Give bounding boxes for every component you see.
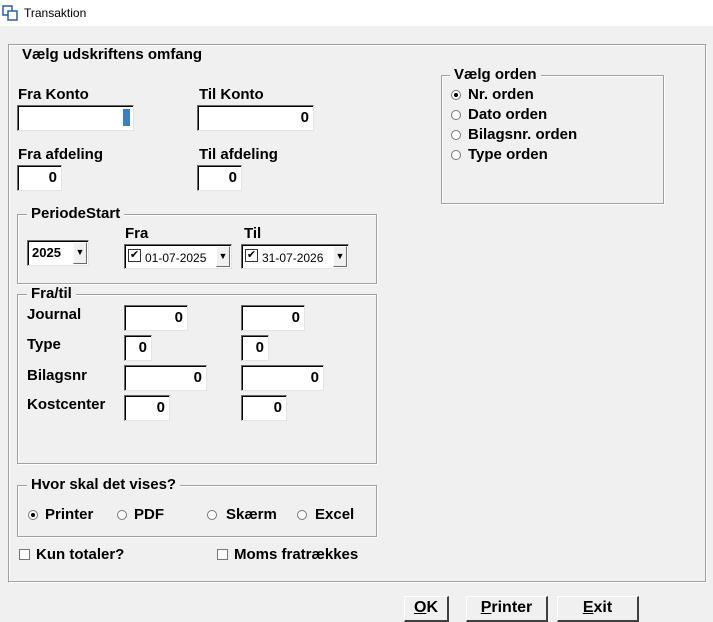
kun-totaler-checkbox[interactable] bbox=[19, 549, 30, 560]
order-bilagsnr-label: Bilagsnr. orden bbox=[468, 126, 578, 143]
output-option-skaerm[interactable]: Skærm bbox=[207, 507, 297, 525]
window-title: Transaktion bbox=[24, 6, 87, 20]
output-excel-radio[interactable] bbox=[297, 510, 307, 520]
order-nr-label: Nr. orden bbox=[468, 86, 534, 103]
checkmark-icon: ✔ bbox=[246, 249, 257, 261]
output-printer-label: Printer bbox=[45, 506, 94, 523]
fra-afdeling-input[interactable]: 0 bbox=[17, 165, 62, 191]
printer-button[interactable]: Printer bbox=[466, 596, 548, 622]
output-legend: Hvor skal det vises? bbox=[27, 477, 181, 493]
chevron-down-icon[interactable]: ▼ bbox=[73, 242, 87, 264]
year-dropdown[interactable]: 2025 ▼ bbox=[27, 240, 89, 266]
chevron-down-icon[interactable]: ▼ bbox=[216, 246, 230, 267]
periode-fra-label: Fra bbox=[125, 225, 149, 242]
order-type-radio[interactable] bbox=[451, 150, 461, 160]
kostcenter-from-input[interactable]: 0 bbox=[124, 395, 170, 421]
til-date-value: 31-07-2026 bbox=[262, 251, 324, 265]
type-from-input[interactable]: 0 bbox=[124, 335, 152, 361]
fratil-legend: Fra/til bbox=[27, 286, 76, 302]
fra-date-checkbox[interactable]: ✔ bbox=[128, 249, 141, 262]
til-afdeling-input[interactable]: 0 bbox=[197, 165, 242, 191]
fra-afdeling-label: Fra afdeling bbox=[18, 146, 104, 163]
printer-rest: rinter bbox=[491, 599, 533, 616]
chevron-down-icon[interactable]: ▼ bbox=[333, 246, 347, 267]
journal-label: Journal bbox=[27, 306, 82, 323]
moms-checkbox[interactable] bbox=[217, 549, 228, 560]
output-pdf-radio[interactable] bbox=[117, 510, 127, 520]
printer-mnemonic: P bbox=[480, 599, 492, 616]
order-legend: Vælg orden bbox=[450, 67, 541, 83]
title-bar[interactable] bbox=[0, 0, 713, 26]
periode-til-label: Til bbox=[244, 225, 262, 242]
order-option-type[interactable]: Type orden bbox=[451, 147, 651, 165]
ok-mnemonic: O bbox=[413, 599, 427, 616]
order-nr-radio[interactable] bbox=[451, 90, 461, 100]
transaction-windows-icon bbox=[2, 5, 18, 21]
year-value: 2025 bbox=[32, 245, 61, 260]
scope-legend: Vælg udskriftens omfang bbox=[18, 47, 207, 63]
order-bilagsnr-radio[interactable] bbox=[451, 130, 461, 140]
bilagsnr-label: Bilagsnr bbox=[27, 367, 88, 384]
output-excel-label: Excel bbox=[315, 506, 355, 523]
order-dato-radio[interactable] bbox=[451, 110, 461, 120]
output-option-printer[interactable]: Printer bbox=[28, 507, 118, 525]
til-date-picker[interactable]: ✔ 31-07-2026 ▼ bbox=[241, 244, 349, 269]
moms-checkbox-row[interactable]: Moms fratrækkes bbox=[217, 547, 377, 565]
type-to-input[interactable]: 0 bbox=[241, 335, 269, 361]
output-pdf-label: PDF bbox=[134, 506, 164, 523]
ok-button[interactable]: OK bbox=[404, 596, 449, 622]
til-konto-input[interactable]: 0 bbox=[197, 105, 314, 131]
journal-from-input[interactable]: 0 bbox=[124, 305, 188, 331]
type-label: Type bbox=[27, 336, 61, 353]
output-skaerm-label: Skærm bbox=[226, 506, 277, 523]
order-dato-label: Dato orden bbox=[468, 106, 548, 123]
kostcenter-to-input[interactable]: 0 bbox=[241, 395, 287, 421]
output-skaerm-radio[interactable] bbox=[207, 510, 217, 520]
ok-rest: K bbox=[426, 599, 438, 616]
fra-konto-input[interactable] bbox=[17, 105, 134, 131]
kun-totaler-label: Kun totaler? bbox=[36, 546, 125, 563]
periode-legend: PeriodeStart bbox=[27, 206, 125, 222]
bilagsnr-from-input[interactable]: 0 bbox=[124, 365, 207, 391]
output-option-excel[interactable]: Excel bbox=[297, 507, 367, 525]
kostcenter-label: Kostcenter bbox=[27, 396, 106, 413]
output-option-pdf[interactable]: PDF bbox=[117, 507, 177, 525]
text-caret bbox=[123, 109, 130, 126]
fra-date-value: 01-07-2025 bbox=[145, 251, 207, 265]
til-konto-label: Til Konto bbox=[199, 86, 264, 103]
order-option-dato[interactable]: Dato orden bbox=[451, 107, 651, 125]
exit-mnemonic: E bbox=[582, 599, 594, 616]
til-afdeling-label: Til afdeling bbox=[199, 146, 278, 163]
kun-totaler-checkbox-row[interactable]: Kun totaler? bbox=[19, 547, 169, 565]
journal-to-input[interactable]: 0 bbox=[241, 305, 305, 331]
order-type-label: Type orden bbox=[468, 146, 548, 163]
exit-rest: xit bbox=[593, 599, 613, 616]
output-printer-radio[interactable] bbox=[28, 510, 38, 520]
fra-konto-label: Fra Konto bbox=[18, 86, 89, 103]
order-option-bilagsnr[interactable]: Bilagsnr. orden bbox=[451, 127, 651, 145]
fra-date-picker[interactable]: ✔ 01-07-2025 ▼ bbox=[124, 244, 232, 269]
order-option-nr[interactable]: Nr. orden bbox=[451, 87, 651, 105]
checkmark-icon: ✔ bbox=[129, 249, 140, 261]
til-date-checkbox[interactable]: ✔ bbox=[245, 249, 258, 262]
moms-label: Moms fratrækkes bbox=[234, 546, 359, 563]
exit-button[interactable]: Exit bbox=[557, 596, 639, 622]
bilagsnr-to-input[interactable]: 0 bbox=[241, 365, 324, 391]
